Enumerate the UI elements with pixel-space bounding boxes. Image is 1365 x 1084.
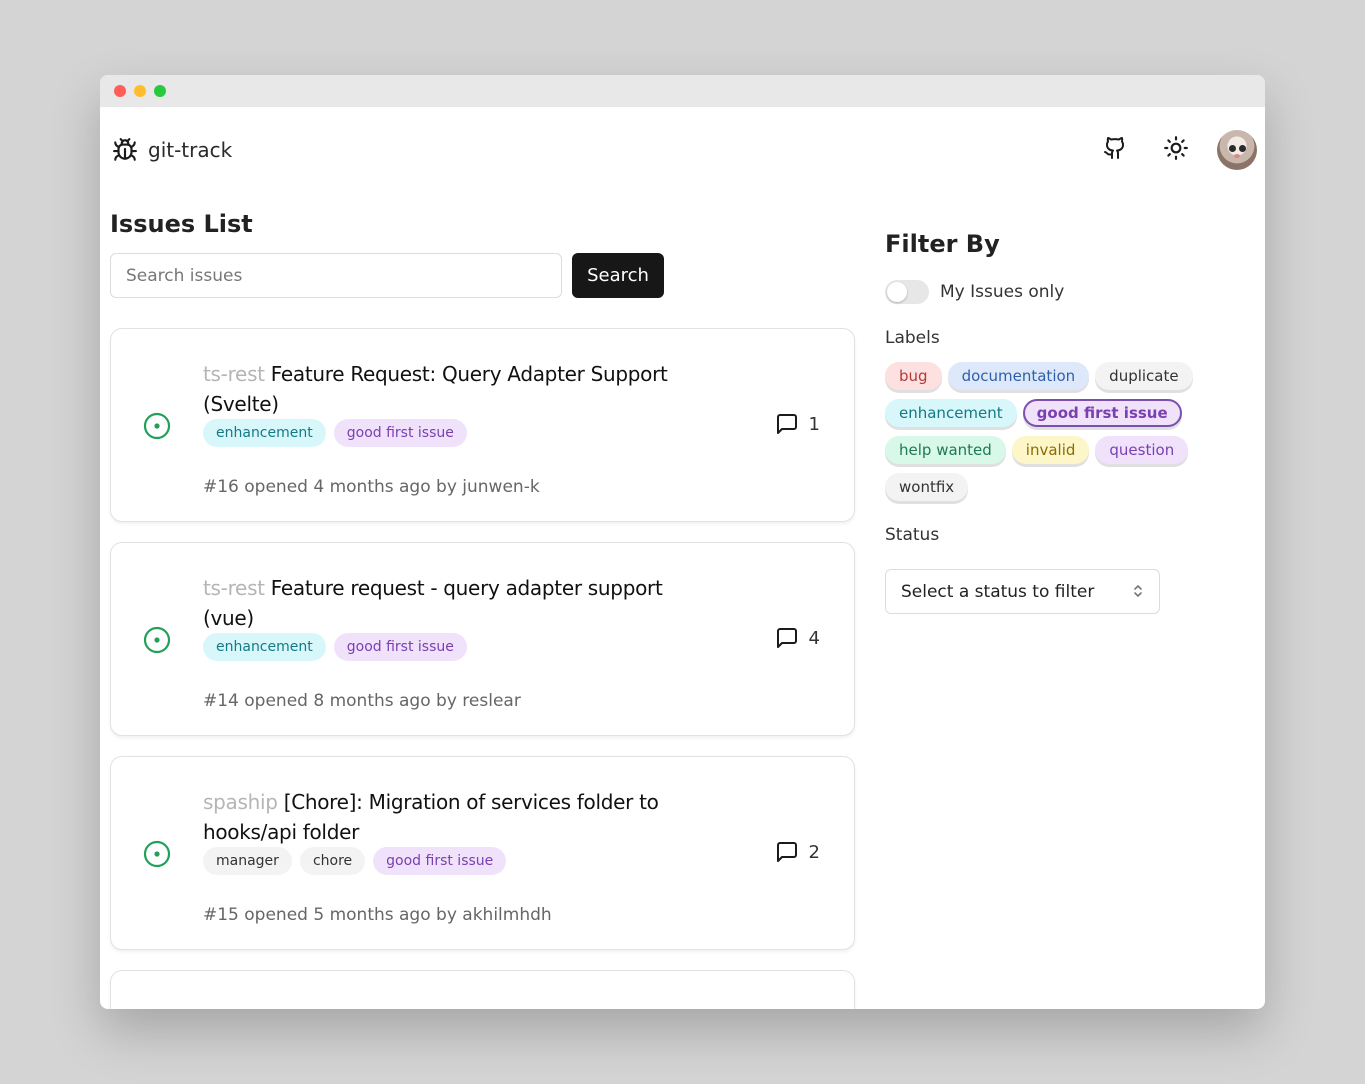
close-window-dot[interactable] [114, 85, 126, 97]
issue-label[interactable]: good first issue [333, 419, 467, 447]
issue-label[interactable]: manager [203, 847, 292, 875]
issue-label[interactable]: good first issue [333, 633, 467, 661]
github-icon [1103, 136, 1127, 164]
label-filter-chip[interactable]: help wanted [885, 436, 1006, 464]
issue-open-icon [143, 626, 171, 654]
github-link-button[interactable] [1095, 130, 1135, 170]
issue-repo: ts-rest [203, 576, 265, 600]
navbar: git-track [100, 107, 1265, 195]
comment-count: 1 [808, 413, 820, 435]
issue-title[interactable]: ts-rest Feature Request: Query Adapter S… [203, 359, 673, 419]
issue-meta: #14 opened 8 months ago by reslear [203, 691, 521, 711]
issue-comments[interactable]: 4 [775, 626, 820, 650]
issue-label[interactable]: enhancement [203, 633, 326, 661]
my-issues-toggle[interactable] [885, 280, 929, 304]
status-select-value: Select a status to filter [901, 581, 1095, 602]
issue-title-text: Feature Request: Query Adapter Support (… [203, 362, 668, 416]
issue-meta: #15 opened 5 months ago by akhilmhdh [203, 905, 552, 925]
app-name: git-track [148, 138, 233, 162]
label-filter-chip[interactable]: enhancement [885, 399, 1017, 427]
chevron-updown-icon [1132, 584, 1144, 599]
labels-heading: Labels [885, 328, 940, 348]
comment-count: 2 [808, 841, 820, 863]
issue-open-icon [143, 412, 171, 440]
status-heading: Status [885, 525, 940, 545]
label-filter-chip[interactable]: invalid [1011, 436, 1090, 464]
my-issues-label: My Issues only [940, 282, 1065, 302]
maximize-window-dot[interactable] [154, 85, 166, 97]
label-filter-chip[interactable]: duplicate [1095, 362, 1193, 390]
window-titlebar [100, 75, 1265, 107]
label-filter-chip[interactable]: good first issue [1022, 399, 1182, 427]
comment-icon [776, 842, 797, 862]
sun-icon [1163, 135, 1189, 165]
label-filter-chip[interactable]: bug [885, 362, 942, 390]
avatar[interactable] [1217, 130, 1257, 170]
issue-card[interactable]: spaship [Chore]: Migration of services f… [110, 756, 855, 950]
issue-card[interactable]: ts-rest Feature request - query adapter … [110, 542, 855, 736]
issue-body: ts-rest Feature request - query adapter … [203, 573, 673, 711]
nav-actions [1095, 130, 1257, 170]
issue-comments[interactable]: 2 [775, 840, 820, 864]
issue-card[interactable] [110, 970, 855, 1009]
brand[interactable]: git-track [112, 137, 232, 163]
minimize-window-dot[interactable] [134, 85, 146, 97]
issue-open-icon [143, 840, 171, 868]
page-title: Issues List [110, 210, 253, 238]
label-filter-chip[interactable]: wontfix [885, 473, 969, 501]
search-input[interactable] [110, 253, 562, 298]
avatar-eye [1229, 145, 1236, 152]
comment-icon [776, 414, 797, 434]
label-filter-chip[interactable]: question [1095, 436, 1189, 464]
comment-count: 4 [808, 627, 820, 649]
issue-meta: #16 opened 4 months ago by junwen-k [203, 477, 540, 497]
avatar-nose [1234, 154, 1240, 158]
issue-labels: manager chore good first issue [203, 847, 673, 875]
my-issues-toggle-row[interactable]: My Issues only [885, 280, 1225, 304]
issue-title[interactable]: ts-rest Feature request - query adapter … [203, 573, 673, 633]
issues-list: ts-rest Feature Request: Query Adapter S… [110, 328, 855, 1009]
search-bar: Search [110, 253, 664, 298]
browser-window: git-track Issues List Search issues Sear… [100, 75, 1265, 1009]
label-filter-list: bug documentation duplicate enhancement good… [885, 362, 1215, 501]
status-select[interactable]: Select a status to filter [885, 569, 1160, 614]
issue-comments[interactable]: 1 [775, 412, 820, 436]
filter-title: Filter By [885, 230, 1000, 258]
issue-label[interactable]: chore [299, 847, 366, 875]
search-button[interactable]: Search [572, 253, 664, 298]
issue-card[interactable]: ts-rest Feature Request: Query Adapter S… [110, 328, 855, 522]
avatar-eye [1239, 145, 1246, 152]
label-filter-chip[interactable]: documentation [947, 362, 1090, 390]
issue-repo: spaship [203, 790, 278, 814]
issue-label[interactable]: enhancement [203, 419, 326, 447]
issue-labels: enhancement good first issue [203, 633, 673, 661]
issue-labels: enhancement good first issue [203, 419, 673, 447]
bug-icon [112, 137, 138, 163]
filter-panel: Filter By My Issues only Labels bug docum… [885, 230, 1225, 614]
issue-repo: ts-rest [203, 362, 265, 386]
issue-body: spaship [Chore]: Migration of services f… [203, 787, 673, 925]
issue-title[interactable]: spaship [Chore]: Migration of services f… [203, 787, 673, 847]
theme-toggle-button[interactable] [1156, 130, 1196, 170]
issue-title-text: Feature request - query adapter support … [203, 576, 663, 630]
toggle-knob [887, 282, 907, 302]
comment-icon [776, 628, 797, 648]
issue-label[interactable]: good first issue [373, 847, 507, 875]
issue-body: ts-rest Feature Request: Query Adapter S… [203, 359, 673, 497]
